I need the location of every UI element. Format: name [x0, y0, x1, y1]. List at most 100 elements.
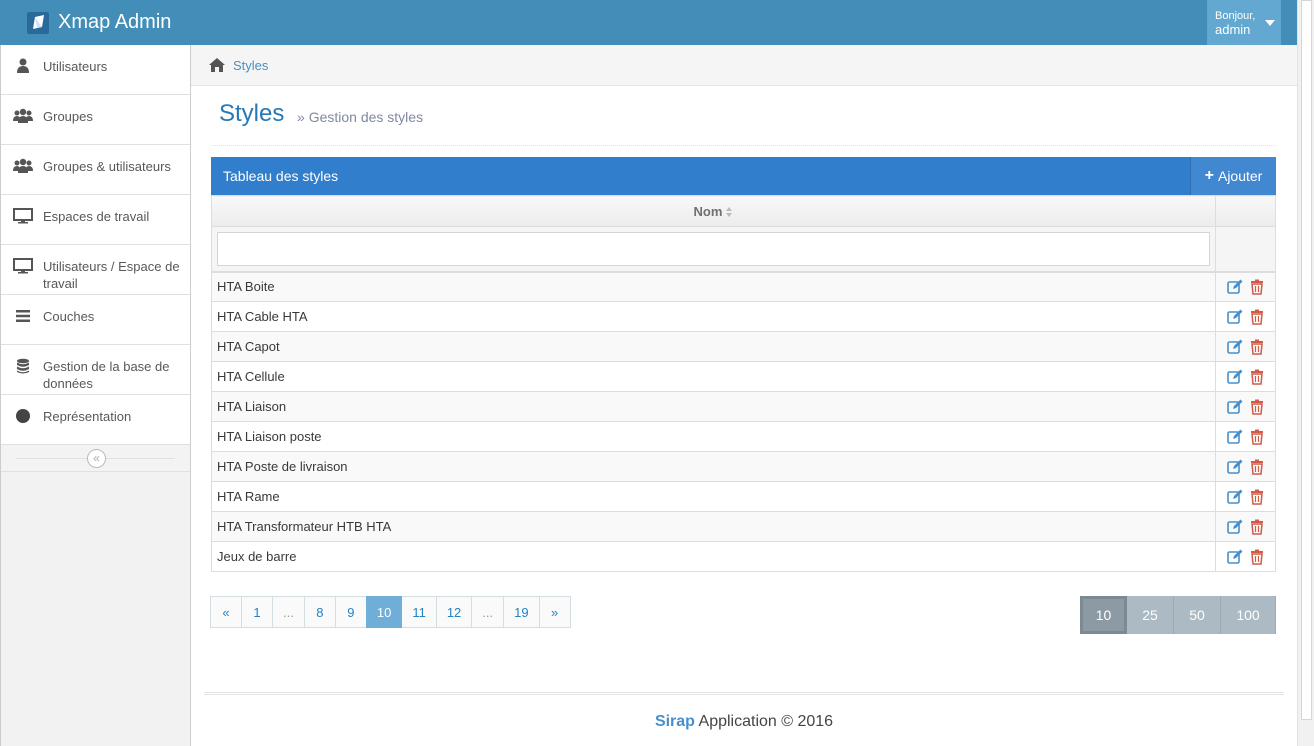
table-row: HTA Rame [211, 481, 1276, 512]
pagination-page[interactable]: 9 [334, 596, 367, 628]
user-menu[interactable]: Bonjour, admin [1207, 0, 1281, 45]
cell-actions [1215, 451, 1276, 482]
pagination-page[interactable]: 12 [435, 596, 473, 628]
edit-icon[interactable] [1226, 429, 1243, 445]
table-row: Jeux de barre [211, 541, 1276, 572]
edit-icon[interactable] [1226, 279, 1243, 295]
cell-nom: HTA Rame [211, 481, 1216, 512]
table-row: HTA Boite [211, 271, 1276, 302]
page-title: Styles [219, 100, 285, 127]
trash-icon[interactable] [1249, 369, 1265, 385]
pagination-next[interactable]: » [538, 596, 571, 628]
edit-icon[interactable] [1226, 369, 1243, 385]
xmap-logo-icon [27, 11, 49, 34]
cell-actions [1215, 421, 1276, 452]
sidebar-item-label: Couches [43, 309, 95, 324]
users-icon [13, 108, 33, 124]
page-size-option[interactable]: 100 [1221, 596, 1276, 634]
double-chevron-right-icon: » [297, 109, 309, 125]
cell-actions [1215, 271, 1276, 302]
styles-table: Nom HTA Boite HTA Cable HTA HTA Capot HTA C… [211, 195, 1276, 572]
table-row: HTA Capot [211, 331, 1276, 362]
trash-icon[interactable] [1249, 549, 1265, 565]
pagination-page[interactable]: 11 [401, 596, 437, 628]
edit-icon[interactable] [1226, 309, 1243, 325]
edit-icon[interactable] [1226, 549, 1243, 565]
footer-text: Application © 2016 [698, 713, 834, 730]
trash-icon[interactable] [1249, 309, 1265, 325]
edit-icon[interactable] [1226, 399, 1243, 415]
cell-nom: HTA Cellule [211, 361, 1216, 392]
edit-icon[interactable] [1226, 459, 1243, 475]
cell-nom: HTA Liaison [211, 391, 1216, 422]
filter-input[interactable] [217, 231, 1210, 266]
sort-icon[interactable] [726, 207, 733, 218]
cell-actions [1215, 361, 1276, 392]
pagination-prev[interactable]: « [210, 596, 242, 628]
sidebar: Utilisateurs Groupes Groupes & utilisate… [0, 45, 191, 746]
edit-icon[interactable] [1226, 519, 1243, 535]
cell-nom: HTA Liaison poste [211, 421, 1216, 452]
pagination-page[interactable]: 8 [303, 596, 336, 628]
sidebar-item-base-de-donnees[interactable]: Gestion de la base de données [1, 345, 190, 395]
sidebar-item-representation[interactable]: Représentation [1, 395, 190, 445]
sidebar-item-couches[interactable]: Couches [1, 295, 190, 345]
sidebar-item-groupes-utilisateurs[interactable]: Groupes & utilisateurs [1, 145, 190, 195]
circle-icon [13, 408, 33, 424]
pagination-ellipsis: ... [272, 596, 305, 628]
column-header-label: Nom [693, 203, 723, 219]
sidebar-item-label: Espaces de travail [43, 209, 150, 224]
cell-nom: HTA Poste de livraison [211, 451, 1216, 482]
sidebar-item-label: Groupes [43, 109, 93, 124]
breadcrumb-styles-link[interactable]: Styles [233, 58, 268, 73]
sidebar-collapse-bar: « [1, 445, 190, 472]
trash-icon[interactable] [1249, 279, 1265, 295]
page-size-option[interactable]: 10 [1080, 596, 1127, 634]
cell-actions [1215, 331, 1276, 362]
sidebar-item-groupes[interactable]: Groupes [1, 95, 190, 145]
cell-nom: HTA Cable HTA [211, 301, 1216, 332]
pagination-page[interactable]: 10 [365, 596, 403, 628]
pagination-page[interactable]: 19 [503, 596, 540, 628]
table-row: HTA Poste de livraison [211, 451, 1276, 482]
cell-nom: HTA Boite [211, 271, 1216, 302]
page-size-option[interactable]: 25 [1127, 596, 1174, 634]
caret-down-icon [1265, 19, 1276, 26]
trash-icon[interactable] [1249, 399, 1265, 415]
cell-actions [1215, 301, 1276, 332]
column-header-nom[interactable]: Nom [211, 195, 1216, 227]
edit-icon[interactable] [1226, 489, 1243, 505]
trash-icon[interactable] [1249, 429, 1265, 445]
cell-nom: HTA Transformateur HTB HTA [211, 511, 1216, 542]
page-size-option[interactable]: 50 [1174, 596, 1221, 634]
cell-actions [1215, 511, 1276, 542]
scrollbar-thumb[interactable] [1301, 0, 1312, 720]
sidebar-item-label: Groupes & utilisateurs [43, 159, 171, 174]
filter-cell [211, 226, 1216, 273]
home-icon[interactable] [208, 57, 226, 73]
footer-brand[interactable]: Sirap [655, 713, 695, 730]
double-chevron-left-icon[interactable]: « [87, 449, 106, 468]
vertical-scrollbar[interactable] [1297, 0, 1314, 746]
trash-icon[interactable] [1249, 519, 1265, 535]
trash-icon[interactable] [1249, 339, 1265, 355]
edit-icon[interactable] [1226, 339, 1243, 355]
page-subtitle-text: Gestion des styles [308, 109, 424, 125]
brand[interactable]: Xmap Admin [26, 11, 171, 35]
sidebar-item-espaces-de-travail[interactable]: Espaces de travail [1, 195, 190, 245]
table-body: HTA Boite HTA Cable HTA HTA Capot HTA Cellu… [211, 271, 1276, 572]
cell-actions [1215, 481, 1276, 512]
desktop-icon [13, 258, 33, 274]
trash-icon[interactable] [1249, 489, 1265, 505]
add-button[interactable]: + Ajouter [1190, 157, 1276, 195]
filter-cell-empty [1215, 226, 1276, 273]
sidebar-item-utilisateurs[interactable]: Utilisateurs [1, 45, 190, 95]
table-row: HTA Cellule [211, 361, 1276, 392]
add-button-label: Ajouter [1217, 168, 1263, 184]
user-info: Bonjour, admin [1215, 10, 1255, 36]
sidebar-item-utilisateurs-espace[interactable]: Utilisateurs / Espace de travail [1, 245, 190, 295]
styles-table-box: Tableau des styles + Ajouter Nom HTA Boi… [211, 157, 1276, 572]
pagination-page[interactable]: 1 [241, 596, 273, 628]
sidebar-item-label: Utilisateurs [43, 59, 108, 74]
trash-icon[interactable] [1249, 459, 1265, 475]
